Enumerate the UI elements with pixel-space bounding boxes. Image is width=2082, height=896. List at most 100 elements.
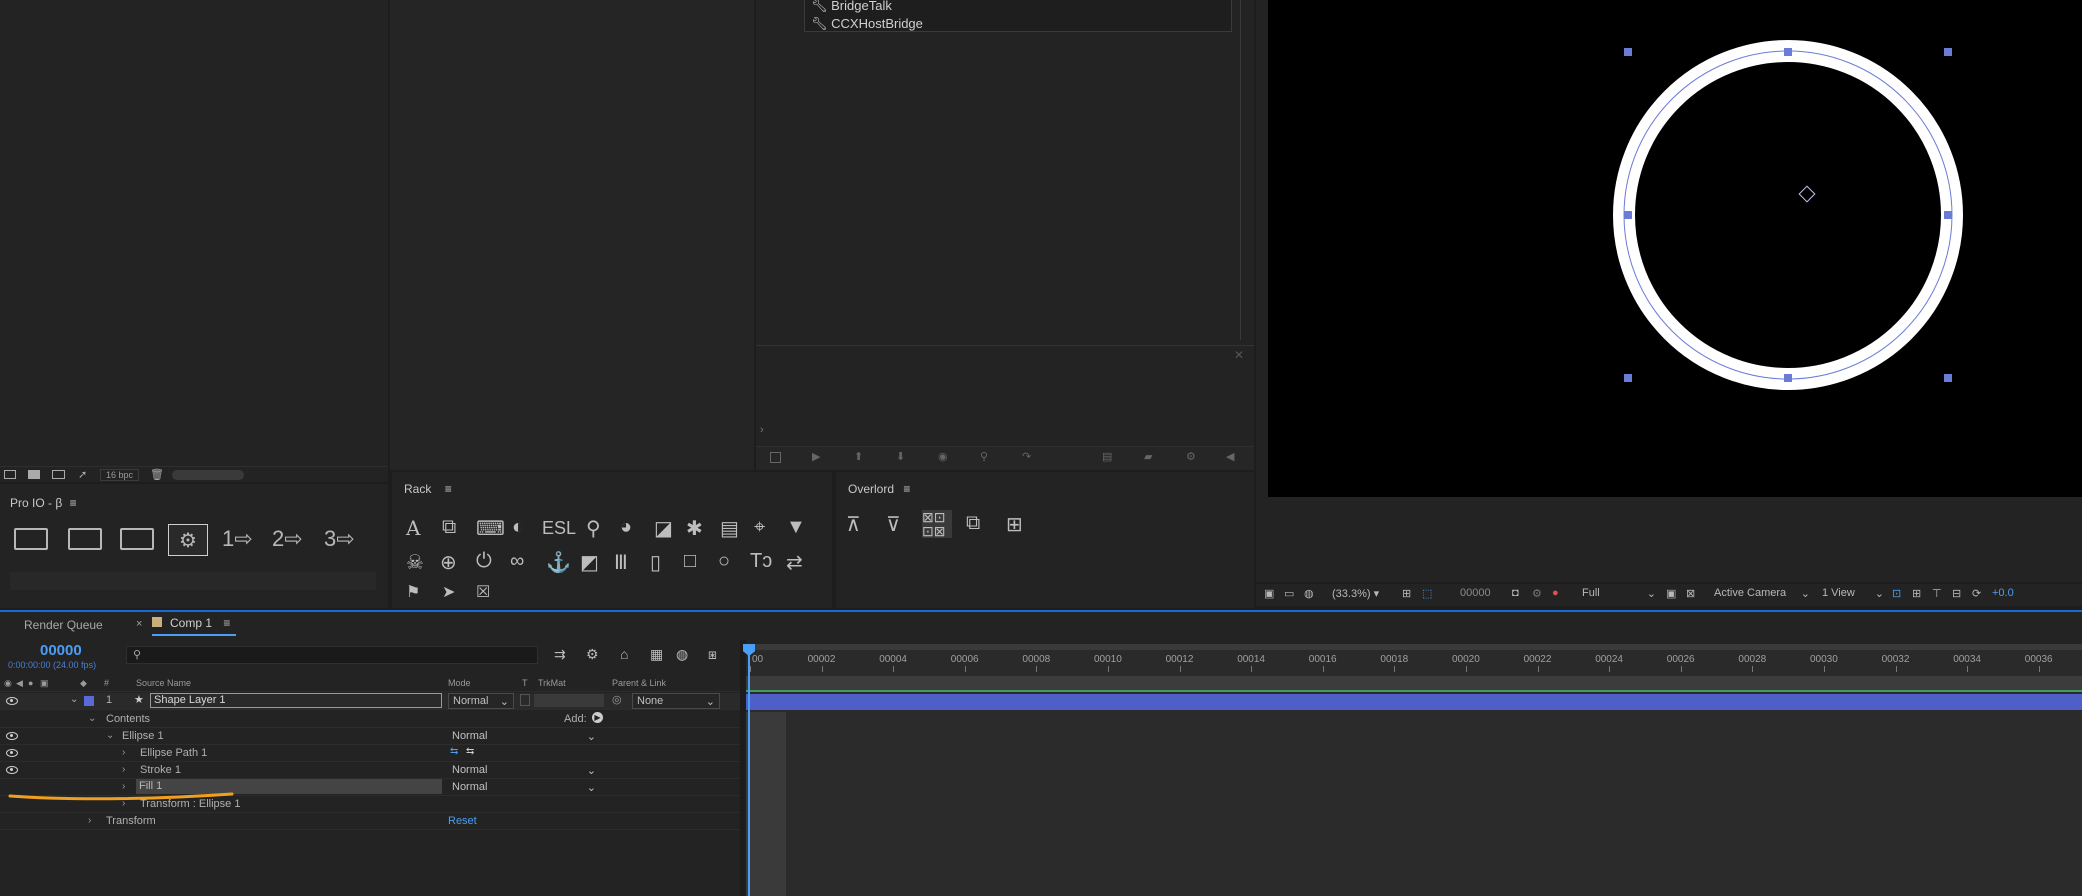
chevron-right-icon[interactable]: ›: [122, 764, 125, 775]
add-button[interactable]: ▶: [592, 712, 603, 723]
camera-dropdown[interactable]: Active Camera ⌄: [1714, 587, 1810, 600]
folder-icon[interactable]: ▰: [1144, 450, 1152, 463]
skull-box-icon[interactable]: ☒: [476, 582, 490, 602]
path-direction-reverse-icon[interactable]: ⇆: [466, 746, 474, 757]
project-scrollbar[interactable]: [172, 470, 244, 480]
pixel-icon[interactable]: ⊞: [1912, 587, 1921, 600]
list-item[interactable]: 🔧︎ CCXHostBridge: [811, 16, 923, 32]
note-icon[interactable]: ◪: [654, 516, 673, 541]
chevron-down-icon[interactable]: ⌄: [88, 713, 96, 724]
menu-icon[interactable]: ≡: [70, 496, 77, 510]
monitor-icon[interactable]: ▭: [1284, 587, 1294, 600]
bug-icon[interactable]: ✱: [686, 516, 703, 541]
zoom-dropdown[interactable]: (33.3%) ▾: [1332, 587, 1379, 600]
trkmat-box[interactable]: [520, 694, 530, 706]
preset-2-icon[interactable]: 2⇨: [272, 526, 303, 552]
shy-icon[interactable]: ⌂: [620, 646, 628, 662]
script-scrollbar[interactable]: [1240, 0, 1241, 340]
render-icon[interactable]: ➚: [78, 468, 87, 481]
bbox-handle[interactable]: [1624, 211, 1632, 219]
menu-icon[interactable]: ≡: [903, 482, 910, 496]
interpret-footage-icon[interactable]: [4, 470, 16, 479]
checkbox-icon[interactable]: [770, 452, 781, 463]
search-input[interactable]: ⚲: [126, 646, 538, 664]
up-arrow-icon[interactable]: ⬆: [854, 450, 863, 463]
anchor-icon[interactable]: ⚓: [546, 550, 571, 575]
tab-comp[interactable]: Comp 1 ≡: [152, 616, 237, 636]
speaker-icon[interactable]: ◀: [1226, 450, 1234, 463]
clipboard-icon[interactable]: ▤: [720, 516, 739, 541]
source-name-header[interactable]: Source Name: [136, 678, 191, 688]
chevron-right-icon[interactable]: ›: [88, 815, 91, 826]
new-folder-icon[interactable]: [14, 528, 48, 550]
chevron-right-icon[interactable]: ›: [760, 424, 764, 436]
bbox-handle[interactable]: [1624, 374, 1632, 382]
preset-3-icon[interactable]: 3⇨: [324, 526, 355, 552]
work-area-bar[interactable]: [746, 644, 2082, 650]
ellipse-row[interactable]: ⌄ Ellipse 1 Normal ⌄: [0, 728, 740, 745]
reset-link[interactable]: Reset: [448, 815, 477, 827]
link-icon[interactable]: ∞: [510, 550, 524, 573]
pick-whip-icon[interactable]: ◎: [612, 693, 622, 706]
refresh-folder-icon[interactable]: [68, 528, 102, 550]
save-icon[interactable]: ▤: [1102, 450, 1112, 463]
record-icon[interactable]: ◉: [938, 450, 948, 463]
color-icon[interactable]: ●: [1552, 587, 1559, 599]
gear-icon[interactable]: ⚙: [168, 524, 208, 556]
eye-icon[interactable]: [6, 697, 18, 705]
channel-icon[interactable]: ⚙: [1532, 587, 1542, 600]
eye-icon[interactable]: [6, 749, 18, 757]
circle-icon[interactable]: ○: [718, 550, 730, 573]
reset-exposure-icon[interactable]: ⟳: [1972, 587, 1981, 600]
fit-icon[interactable]: ⊞: [1402, 587, 1411, 600]
contrast-icon[interactable]: ◐: [512, 516, 524, 539]
region-icon[interactable]: ⬚: [1422, 587, 1432, 600]
mode-dropdown[interactable]: Normal ⌄: [448, 762, 600, 778]
frame-blending-icon[interactable]: ▦: [650, 646, 663, 663]
camera-icon[interactable]: ◘: [1512, 587, 1519, 599]
skull-icon[interactable]: ☠: [406, 550, 424, 575]
view-dropdown[interactable]: 1 View ⌄: [1822, 587, 1884, 600]
layer-name-field[interactable]: Shape Layer 1: [150, 693, 442, 708]
label-color-swatch[interactable]: [84, 696, 94, 706]
composition-mini-flowchart-icon[interactable]: ⇉: [554, 646, 566, 663]
current-time[interactable]: 00000: [40, 642, 82, 659]
bbox-handle[interactable]: [1944, 211, 1952, 219]
eye-icon[interactable]: [6, 766, 18, 774]
close-icon[interactable]: ×: [136, 618, 142, 630]
square-icon[interactable]: □: [684, 550, 696, 573]
resolution-dropdown[interactable]: Full ⌄: [1582, 587, 1656, 600]
text-size-icon[interactable]: Tↄ: [750, 550, 772, 573]
layer-row[interactable]: ⌄ 1 ★ Shape Layer 1 Normal ⌄ ◎ None ⌄: [0, 693, 740, 710]
transparency-icon[interactable]: ⊠: [1686, 587, 1695, 600]
menu-icon[interactable]: ≡: [223, 616, 230, 630]
ellipse-path-row[interactable]: › Ellipse Path 1 ⇆ ⇆: [0, 745, 740, 762]
play-icon[interactable]: ▶: [812, 450, 820, 463]
add-artboard-icon[interactable]: ⊞: [1006, 512, 1023, 537]
bars-icon[interactable]: Ⅲ: [614, 550, 628, 575]
bbox-handle[interactable]: [1944, 374, 1952, 382]
snapshot-icon[interactable]: ▣: [1264, 587, 1274, 600]
filter-icon[interactable]: ▼: [786, 516, 806, 539]
search-icon[interactable]: ⚲: [980, 450, 988, 463]
close-icon[interactable]: ✕: [1234, 348, 1244, 362]
bbox-handle[interactable]: [1784, 48, 1792, 56]
layer-duration-bar[interactable]: [746, 694, 2082, 710]
mask-icon[interactable]: ◍: [1304, 587, 1314, 600]
bpc-label[interactable]: 16 bpc: [100, 469, 140, 481]
chevron-right-icon[interactable]: ›: [122, 747, 125, 758]
file-icon[interactable]: ▯: [650, 550, 661, 575]
cursor-icon[interactable]: ➤: [442, 582, 455, 602]
pull-from-ai-icon[interactable]: ⊽: [886, 512, 901, 537]
trash-icon[interactable]: 🗑: [150, 468, 164, 481]
toggle-options-icon[interactable]: ⊠⊡ ⊡⊠: [922, 510, 952, 538]
flag-icon[interactable]: ⚑: [406, 582, 420, 602]
power-icon[interactable]: ⏻: [476, 550, 492, 573]
grid-icon[interactable]: ⊡: [1892, 587, 1901, 600]
new-folder-icon[interactable]: [28, 470, 40, 479]
flowchart-icon[interactable]: ⊤: [1932, 587, 1942, 600]
palette-icon[interactable]: ◕: [620, 516, 632, 539]
roi-icon[interactable]: ▣: [1666, 587, 1676, 600]
layout-icon[interactable]: ⊟: [1952, 587, 1961, 600]
swatch-icon[interactable]: ◩: [580, 550, 599, 575]
